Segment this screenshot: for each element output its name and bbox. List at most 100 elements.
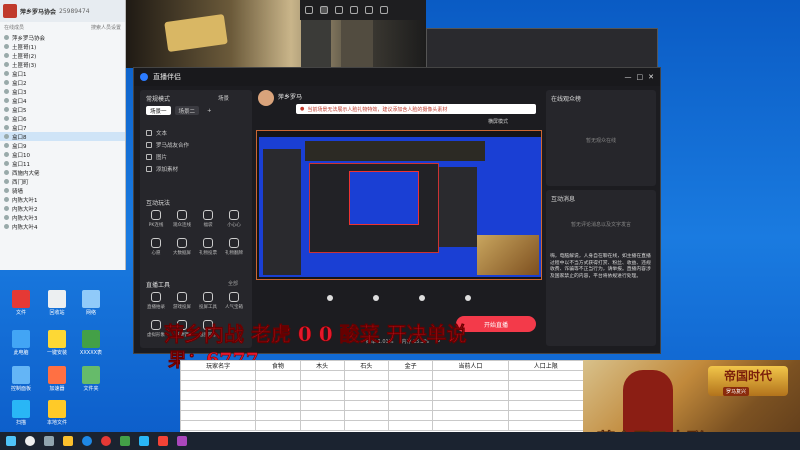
table-cell[interactable] [255,370,301,381]
member-item[interactable]: 盒口10 [0,150,125,159]
table-cell[interactable] [507,420,585,431]
table-cell[interactable] [255,380,301,391]
desktop-icon[interactable]: 文件夹 [74,366,108,404]
desktop-icon[interactable]: 一键安装 [40,330,74,368]
tool-button[interactable]: 礼物翻牌 [222,236,246,262]
desktop-icon[interactable]: 回收站 [40,290,74,328]
maximize-icon[interactable]: □ [637,73,644,81]
close-icon[interactable]: ✕ [648,73,654,81]
close-icon[interactable] [380,6,388,14]
add-scene-button[interactable]: + [203,106,216,115]
column-header[interactable]: 金子 [387,360,434,371]
table-cell[interactable] [507,380,585,391]
tool-button[interactable]: 礼物投票 [196,236,220,262]
table-cell[interactable] [387,390,434,401]
tool-button[interactable]: 心愿 [144,236,168,262]
search-icon[interactable] [25,436,35,446]
table-cell[interactable] [343,380,389,391]
more-link[interactable]: 全部 [228,280,238,287]
dot-icon[interactable] [327,295,333,301]
member-item[interactable]: 盒口7 [0,123,125,132]
tool-button[interactable]: 投屏工具 [196,290,220,316]
desktop-icon[interactable]: 加速器 [40,366,74,404]
member-item[interactable]: 内陈大叶3 [0,213,125,222]
column-header[interactable]: 人口上限 [507,360,585,371]
dot-icon[interactable] [373,295,379,301]
start-live-button[interactable]: 开始直播 [456,316,536,332]
source-item[interactable]: 图片 [146,152,246,162]
tool-button[interactable]: 人气宝箱 [222,290,246,316]
table-cell[interactable] [343,390,389,401]
member-item[interactable]: 西门町 [0,177,125,186]
table-cell[interactable] [507,370,585,381]
table-cell[interactable] [299,380,345,391]
mode-label[interactable]: 常规模式 [146,94,170,103]
table-cell[interactable] [432,370,509,381]
table-cell[interactable] [299,400,345,411]
table-cell[interactable] [299,370,345,381]
start-icon[interactable] [6,436,16,446]
source-item[interactable]: 文本 [146,128,246,138]
table-cell[interactable] [507,410,585,421]
scene-label[interactable]: 场景 [218,94,229,102]
member-item[interactable]: 盒口11 [0,159,125,168]
tool-button[interactable]: 观众连线 [170,208,194,234]
table-cell[interactable] [255,410,301,421]
explorer-icon[interactable] [63,436,73,446]
tool-button[interactable]: 福袋 [196,208,220,234]
table-cell[interactable] [255,400,301,411]
search-input[interactable]: 搜索人员设置 [91,24,121,31]
landscape-toggle[interactable]: 横屏模式 [488,118,508,125]
table-cell[interactable] [432,400,509,411]
table-cell[interactable] [179,390,257,401]
table-cell[interactable] [343,420,389,431]
table-cell[interactable] [432,410,509,421]
member-item[interactable]: 土匪哥(1) [0,42,125,51]
grid-icon[interactable] [335,6,343,14]
desktop-icon[interactable]: 文件 [4,290,38,328]
add-source-button[interactable]: 添加素材 [146,164,246,174]
table-cell[interactable] [343,370,389,381]
tool-button[interactable]: 游戏投屏 [170,290,194,316]
member-item[interactable]: 骑墙 [0,186,125,195]
dot-icon[interactable] [465,295,471,301]
table-cell[interactable] [343,410,389,421]
member-item[interactable]: 内陈大叶1 [0,195,125,204]
table-cell[interactable] [299,420,345,431]
tool-button[interactable]: 小心心 [222,208,246,234]
member-item[interactable]: 西施内大佬 [0,168,125,177]
member-item[interactable]: 内陈大叶2 [0,204,125,213]
edge-icon[interactable] [82,436,92,446]
table-cell[interactable] [387,410,434,421]
member-item[interactable]: 盒口3 [0,87,125,96]
table-cell[interactable] [179,380,257,391]
column-header[interactable]: 当前人口 [432,360,509,371]
member-item[interactable]: 盒口4 [0,96,125,105]
tab-scene-1[interactable]: 场景一 [146,106,171,115]
table-cell[interactable] [179,400,257,411]
tool-button[interactable]: 大数据屏 [170,236,194,262]
minimize-icon[interactable]: — [625,73,632,81]
column-header[interactable]: 食物 [255,360,301,371]
tab-scene-2[interactable]: 场景二 [174,106,200,115]
member-item[interactable]: 盒口8 [0,132,125,141]
table-cell[interactable] [387,400,434,411]
member-item[interactable]: 盒口2 [0,78,125,87]
qq-icon[interactable] [139,436,149,446]
member-item[interactable]: 盒口6 [0,114,125,123]
settings-icon[interactable] [365,6,373,14]
member-item[interactable]: 土匪哥(3) [0,60,125,69]
source-item[interactable]: 罗马战友合作 [146,140,246,150]
member-item[interactable]: 盒口9 [0,141,125,150]
desktop-icon[interactable]: XXXXX表 [74,330,108,368]
table-cell[interactable] [255,390,301,401]
dot-icon[interactable] [419,295,425,301]
table-cell[interactable] [343,400,389,411]
live-icon[interactable] [158,436,168,446]
member-item[interactable]: 盒口5 [0,105,125,114]
table-cell[interactable] [432,380,509,391]
table-cell[interactable] [255,420,301,431]
column-header[interactable]: 石头 [343,360,389,371]
desktop-icon[interactable]: 网络 [74,290,108,328]
music-icon[interactable] [177,436,187,446]
